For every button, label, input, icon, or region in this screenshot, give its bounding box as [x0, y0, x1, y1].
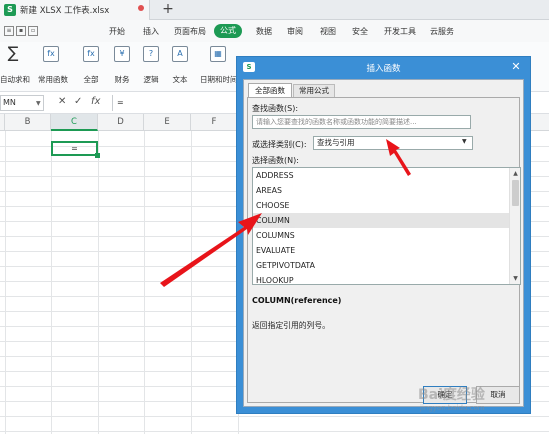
arrow-to-column-item: [160, 213, 262, 287]
watermark-url: jingyan.baidu.com: [420, 404, 485, 412]
annotation-arrows: [160, 139, 411, 287]
watermark-logo: Bai度经验: [418, 387, 485, 403]
arrow-to-category-select: [386, 139, 411, 176]
